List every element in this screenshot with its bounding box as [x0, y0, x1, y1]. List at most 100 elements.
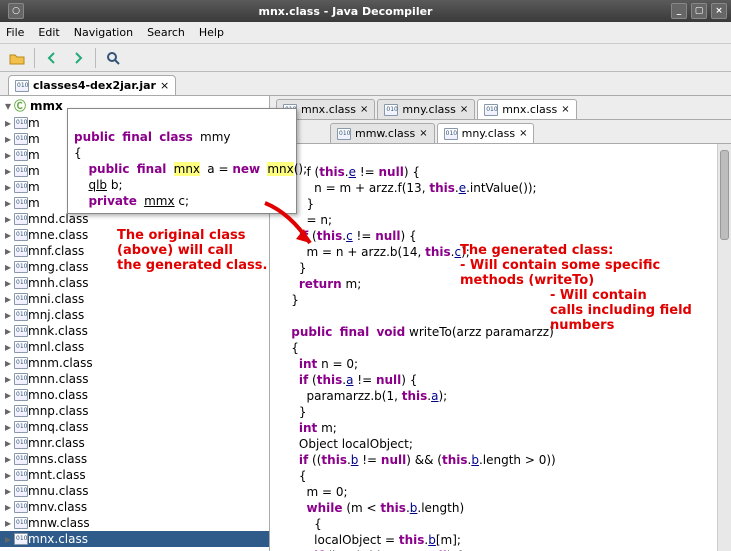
tree-twisty[interactable]: ▸: [2, 420, 14, 434]
tree-twisty[interactable]: ▸: [2, 132, 14, 146]
menu-help[interactable]: Help: [199, 26, 224, 39]
minimize-button[interactable]: _: [671, 3, 687, 19]
tree-twisty[interactable]: ▸: [2, 468, 14, 482]
close-tab-icon[interactable]: ×: [519, 128, 527, 139]
tree-item[interactable]: ▸ mns.class: [0, 451, 269, 467]
file-tab[interactable]: classes4-dex2jar.jar ×: [8, 75, 176, 95]
close-tab-icon[interactable]: ×: [419, 128, 427, 139]
close-tab-icon[interactable]: ×: [561, 104, 569, 115]
tree-twisty[interactable]: ▸: [2, 372, 14, 386]
menu-navigation[interactable]: Navigation: [74, 26, 133, 39]
tree-twisty[interactable]: ▸: [2, 212, 14, 226]
tree-item[interactable]: ▸ mnt.class: [0, 467, 269, 483]
tree-twisty[interactable]: ▸: [2, 244, 14, 258]
window-menu-icon[interactable]: ○: [8, 3, 24, 19]
class-file-icon: [14, 181, 28, 193]
tree-item-label: mnd.class: [28, 212, 89, 226]
tree-item-label: mnk.class: [28, 324, 88, 338]
class-file-icon: [484, 104, 498, 116]
class-file-icon: [14, 197, 28, 209]
search-icon[interactable]: [102, 47, 124, 69]
tree-twisty[interactable]: ▸: [2, 404, 14, 418]
editor-tab[interactable]: mnx.class×: [477, 99, 576, 119]
tree-twisty[interactable]: ▸: [2, 196, 14, 210]
annotation-original: The original class (above) will call the…: [117, 228, 267, 273]
scrollbar-thumb[interactable]: [720, 150, 729, 240]
tree-item-label: m: [28, 116, 40, 130]
tree-item[interactable]: ▸ mnk.class: [0, 323, 269, 339]
tree-item-label: mng.class: [28, 260, 89, 274]
close-button[interactable]: ×: [711, 3, 727, 19]
tree-twisty[interactable]: ▸: [2, 500, 14, 514]
tree-item[interactable]: ▸ mnv.class: [0, 499, 269, 515]
tree-twisty[interactable]: ▸: [2, 532, 14, 546]
tree-twisty[interactable]: ▸: [2, 388, 14, 402]
class-file-icon: [14, 261, 28, 273]
tree-item-label: mnx.class: [28, 532, 88, 546]
tree-item[interactable]: ▸ mnw.class: [0, 515, 269, 531]
class-file-icon: [14, 469, 28, 481]
tree-twisty[interactable]: ▸: [2, 276, 14, 290]
tree-item[interactable]: ▸ mnq.class: [0, 419, 269, 435]
editor-tab-label: mmw.class: [355, 127, 415, 140]
tree-item[interactable]: ▸ mnu.class: [0, 483, 269, 499]
back-icon[interactable]: [41, 47, 63, 69]
tree-twisty[interactable]: ▸: [2, 356, 14, 370]
tree-twisty[interactable]: ▸: [2, 228, 14, 242]
tree-twisty[interactable]: ▸: [2, 164, 14, 178]
tree-twisty[interactable]: ▸: [2, 148, 14, 162]
editor-tab[interactable]: mny.class×: [437, 123, 535, 143]
class-file-icon: [14, 405, 28, 417]
tree-item[interactable]: ▸ mnj.class: [0, 307, 269, 323]
tree-item[interactable]: ▸ mnh.class: [0, 275, 269, 291]
editor-tab[interactable]: mny.class×: [377, 99, 475, 119]
forward-icon[interactable]: [67, 47, 89, 69]
tree-twisty[interactable]: ▾: [2, 99, 14, 113]
tree-item[interactable]: ▸ mnx.class: [0, 531, 269, 547]
tree-item-label: mnm.class: [28, 356, 93, 370]
class-file-icon: [14, 373, 28, 385]
tree-item[interactable]: ▸ mnm.class: [0, 355, 269, 371]
maximize-button[interactable]: ▢: [691, 3, 707, 19]
tree-twisty[interactable]: ▸: [2, 340, 14, 354]
tree-twisty[interactable]: ▸: [2, 436, 14, 450]
class-file-icon: [14, 117, 28, 129]
close-tab-icon[interactable]: ×: [460, 104, 468, 115]
tree-item[interactable]: ▸ mnp.class: [0, 403, 269, 419]
class-file-icon: [14, 309, 28, 321]
class-file-icon: [14, 213, 28, 225]
tree-item[interactable]: ▸ mni.class: [0, 291, 269, 307]
close-tab-icon[interactable]: ×: [160, 79, 169, 92]
tree-twisty[interactable]: ▸: [2, 292, 14, 306]
tree-item-label: mni.class: [28, 292, 84, 306]
tree-item-label: mnp.class: [28, 404, 89, 418]
tree-twisty[interactable]: ▸: [2, 452, 14, 466]
tree-twisty[interactable]: ▸: [2, 180, 14, 194]
file-tabbar: classes4-dex2jar.jar ×: [0, 72, 731, 96]
tree-twisty[interactable]: ▸: [2, 324, 14, 338]
tree-twisty[interactable]: ▸: [2, 260, 14, 274]
source-view[interactable]: f (this.e != null) { n = m + arzz.f(13, …: [270, 144, 731, 551]
tree-item[interactable]: ▸ mnl.class: [0, 339, 269, 355]
tree-twisty[interactable]: ▸: [2, 308, 14, 322]
class-file-icon: [14, 501, 28, 513]
tree-item[interactable]: ▸ mnn.class: [0, 371, 269, 387]
editor-tabs-row2: mmw.class×mny.class×: [270, 120, 731, 144]
tree-item-label: mnn.class: [28, 372, 89, 386]
editor-tab[interactable]: mmw.class ×: [330, 123, 435, 143]
tree-head-label: mmx: [30, 99, 63, 113]
menu-search[interactable]: Search: [147, 26, 185, 39]
tree-twisty[interactable]: ▸: [2, 116, 14, 130]
class-file-icon: [14, 277, 28, 289]
editor-scrollbar[interactable]: [717, 144, 731, 551]
toolbar-separator: [34, 48, 35, 68]
tree-twisty[interactable]: ▸: [2, 516, 14, 530]
close-tab-icon[interactable]: ×: [360, 104, 368, 115]
tree-item[interactable]: ▸ mno.class: [0, 387, 269, 403]
menu-edit[interactable]: Edit: [38, 26, 59, 39]
tree-item[interactable]: ▸ mnr.class: [0, 435, 269, 451]
tree-item-label: mnl.class: [28, 340, 84, 354]
open-icon[interactable]: [6, 47, 28, 69]
tree-twisty[interactable]: ▸: [2, 484, 14, 498]
menu-file[interactable]: File: [6, 26, 24, 39]
